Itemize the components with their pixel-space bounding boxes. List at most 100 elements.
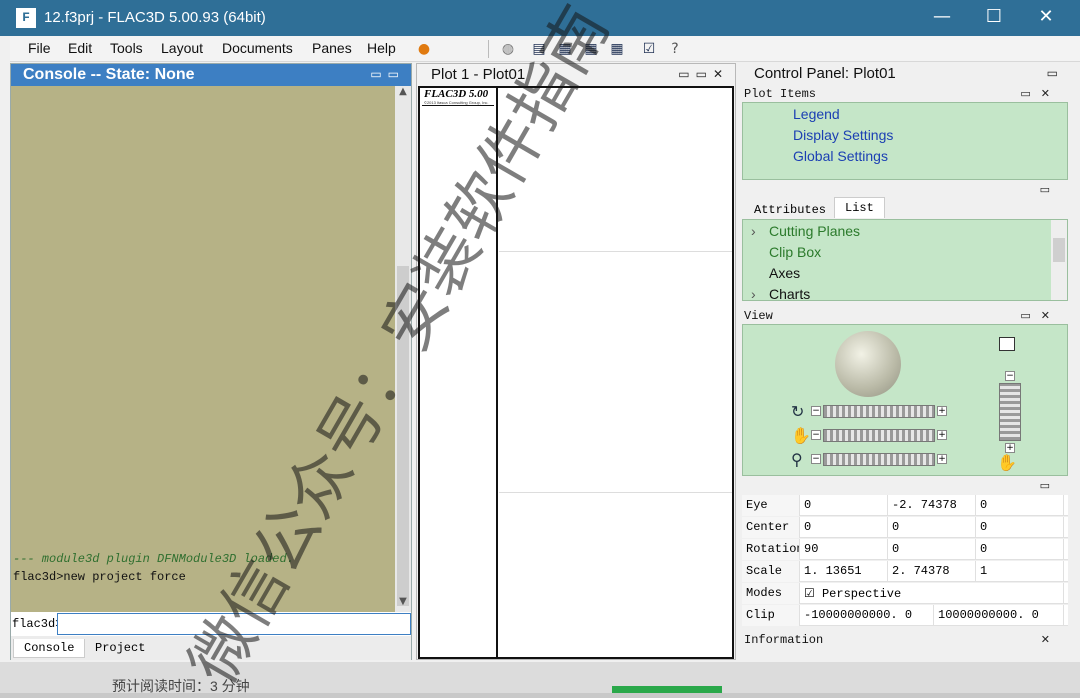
menu-file[interactable]: File bbox=[28, 40, 51, 56]
menu-edit[interactable]: Edit bbox=[68, 40, 92, 56]
checkbox-icon[interactable]: ☑ bbox=[640, 40, 658, 58]
grid-value[interactable]: 1. 13651 bbox=[800, 561, 888, 582]
grid-value[interactable]: 2. 74378 bbox=[888, 561, 976, 582]
plot-items-buttons[interactable]: ▭✕ bbox=[1020, 87, 1060, 100]
expand-chevron-icon[interactable]: › bbox=[751, 286, 756, 302]
tab-console[interactable]: Console bbox=[13, 639, 86, 658]
view-panel: ↻ − + ✋ − + ⚲ − + − + ✋ bbox=[742, 324, 1068, 476]
zoom-control: ⚲ − + bbox=[791, 450, 951, 469]
clip-min-input[interactable]: -10000000000. 0 bbox=[800, 605, 934, 626]
list-item[interactable]: Cutting Planes bbox=[769, 223, 860, 239]
app-window: F 12.f3prj - FLAC3D 5.00.93 (64bit) — ☐ … bbox=[0, 0, 1080, 696]
scroll-up-icon[interactable]: ▲ bbox=[395, 86, 411, 102]
grid-value[interactable]: 0 bbox=[976, 517, 1064, 538]
view-sphere[interactable] bbox=[835, 331, 901, 397]
menu-documents[interactable]: Documents bbox=[222, 40, 293, 56]
plot-item-legend[interactable]: Legend bbox=[793, 106, 840, 122]
minimize-button[interactable]: — bbox=[922, 4, 962, 30]
console-header: Console -- State: None ▭▭ bbox=[11, 64, 411, 86]
information-close-button[interactable]: ✕ bbox=[1041, 633, 1060, 646]
grid-value[interactable]: 1 bbox=[976, 561, 1064, 582]
grid-value[interactable]: 0 bbox=[976, 539, 1064, 560]
rotate-control: ↻ − + bbox=[791, 402, 951, 421]
menu-panes[interactable]: Panes bbox=[312, 40, 352, 56]
rotate-minus[interactable]: − bbox=[811, 406, 821, 416]
rotate-plus[interactable]: + bbox=[937, 406, 947, 416]
information-title: Information bbox=[744, 633, 824, 647]
plot-gridline bbox=[499, 492, 732, 493]
console-title: Console -- State: None bbox=[23, 66, 195, 83]
menu-layout[interactable]: Layout bbox=[161, 40, 203, 56]
maximize-button[interactable]: ☐ bbox=[974, 4, 1014, 30]
panel-minimize-button[interactable]: ▭ bbox=[1040, 183, 1060, 196]
status-strip: 预计阅读时间：3 分钟 bbox=[0, 662, 1080, 694]
grid-row-eye: Eye 0 -2. 74378 0 bbox=[742, 495, 1068, 516]
close-button[interactable]: ✕ bbox=[1026, 4, 1066, 30]
rotate-slider[interactable] bbox=[823, 405, 935, 418]
grid-label: Scale bbox=[742, 561, 800, 582]
grid-label: Clip bbox=[742, 605, 800, 626]
grid-value[interactable]: 0 bbox=[888, 517, 976, 538]
view-buttons[interactable]: ▭✕ bbox=[1020, 309, 1060, 322]
pan-slider[interactable] bbox=[823, 429, 935, 442]
grid-label: Eye bbox=[742, 495, 800, 516]
tab-project[interactable]: Project bbox=[85, 639, 155, 657]
list-item[interactable]: Axes bbox=[769, 265, 800, 281]
checkbox-icon[interactable]: ☑ bbox=[804, 587, 815, 601]
grid-value[interactable]: 0 bbox=[888, 539, 976, 560]
pan-minus[interactable]: − bbox=[811, 430, 821, 440]
grid-row-modes: Modes ☑ Perspective bbox=[742, 583, 1068, 604]
progress-bar bbox=[612, 686, 722, 693]
list-scrollbar[interactable] bbox=[1051, 220, 1067, 300]
legend-title: FLAC3D 5.00 bbox=[424, 88, 489, 100]
list-item[interactable]: Charts bbox=[769, 286, 810, 302]
plot-item-global-settings[interactable]: Global Settings bbox=[793, 148, 888, 164]
vertical-minus[interactable]: − bbox=[1005, 371, 1015, 381]
tab-list[interactable]: List bbox=[834, 197, 885, 218]
zoom-minus[interactable]: − bbox=[811, 454, 821, 464]
plot-pane-buttons[interactable]: ▭▭✕ bbox=[678, 67, 729, 81]
vertical-slider[interactable] bbox=[999, 383, 1021, 441]
menu-help[interactable]: Help bbox=[367, 40, 396, 56]
plot-item-display-settings[interactable]: Display Settings bbox=[793, 127, 893, 143]
zoom-plus[interactable]: + bbox=[937, 454, 947, 464]
grid-label: Modes bbox=[742, 583, 800, 604]
zoom-slider[interactable] bbox=[823, 453, 935, 466]
pan-plus[interactable]: + bbox=[937, 430, 947, 440]
list-item[interactable]: Clip Box bbox=[769, 244, 821, 260]
hand-icon: ✋ bbox=[791, 426, 811, 445]
control-panel-buttons[interactable]: ▭ bbox=[1047, 66, 1064, 80]
grid-row-clip: Clip -10000000000. 0 10000000000. 0 bbox=[742, 605, 1068, 626]
plot-items-title: Plot Items bbox=[744, 87, 817, 101]
grid-row-scale: Scale 1. 13651 2. 74378 1 bbox=[742, 561, 1068, 582]
expand-chevron-icon[interactable]: › bbox=[751, 223, 756, 239]
control-panel: Control Panel: Plot01 ▭ Plot Items ▭✕ Le… bbox=[740, 63, 1070, 660]
vertical-plus[interactable]: + bbox=[1005, 443, 1015, 453]
grid-value[interactable]: 90 bbox=[800, 539, 888, 560]
console-pane-buttons[interactable]: ▭▭ bbox=[370, 67, 405, 81]
scroll-down-icon[interactable]: ▼ bbox=[395, 596, 411, 612]
tab-attributes[interactable]: Attributes bbox=[744, 200, 836, 220]
grid-value[interactable]: 0 bbox=[976, 495, 1064, 516]
menu-tools[interactable]: Tools bbox=[110, 40, 143, 56]
pan-control: ✋ − + bbox=[791, 426, 951, 445]
grid-value[interactable]: 0 bbox=[800, 495, 888, 516]
list-panel: › Cutting Planes Clip Box Axes › Charts bbox=[742, 219, 1068, 302]
plot-gridline bbox=[499, 251, 732, 252]
command-prompt: flac3d> bbox=[12, 617, 63, 631]
warning-icon[interactable]: ● bbox=[415, 40, 433, 58]
grid-value[interactable]: -2. 74378 bbox=[888, 495, 976, 516]
plot-items-panel: Legend Display Settings Global Settings bbox=[742, 102, 1068, 180]
hand-icon[interactable]: ✋ bbox=[997, 453, 1017, 472]
fit-view-icon[interactable] bbox=[999, 337, 1015, 351]
toolbar-separator bbox=[488, 40, 489, 58]
grid-label: Center bbox=[742, 517, 800, 538]
grid-value[interactable]: 0 bbox=[800, 517, 888, 538]
clip-max-input[interactable]: 10000000000. 0 bbox=[934, 605, 1064, 626]
grid-label: Rotation bbox=[742, 539, 800, 560]
perspective-checkbox[interactable]: ☑ Perspective bbox=[800, 583, 1064, 604]
control-panel-header: Control Panel: Plot01 ▭ bbox=[740, 63, 1070, 85]
list-scroll-thumb[interactable] bbox=[1053, 238, 1065, 262]
help-icon[interactable]: ? bbox=[666, 40, 684, 58]
view-minimize-button[interactable]: ▭ bbox=[1040, 479, 1060, 492]
